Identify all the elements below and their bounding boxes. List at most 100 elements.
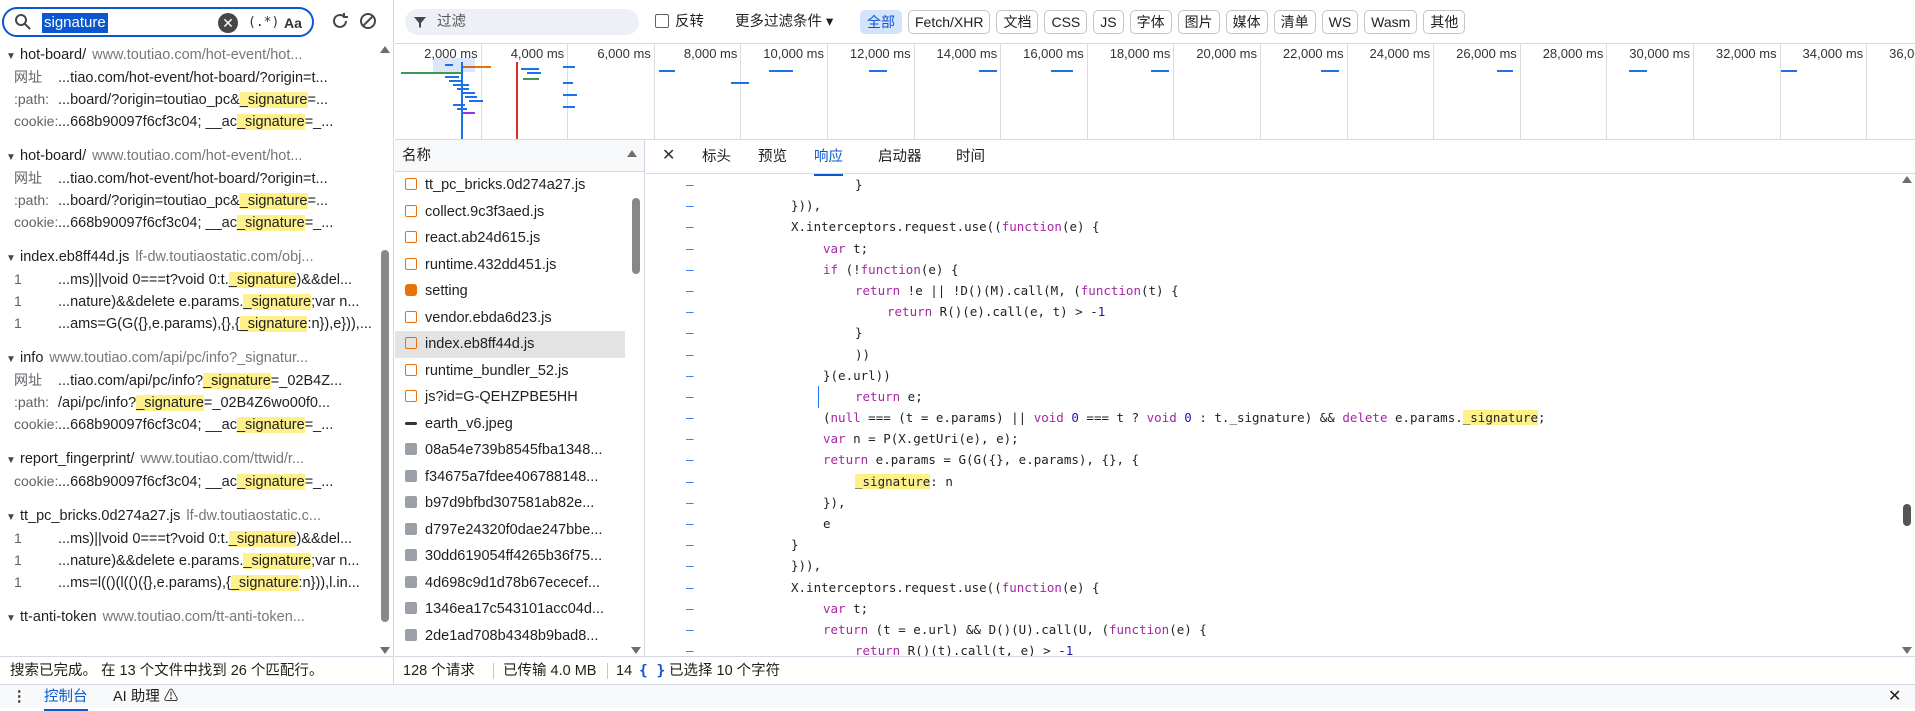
request-row[interactable]: earth_v6.jpeg: [395, 411, 625, 438]
sort-icon[interactable]: [627, 150, 637, 157]
request-row[interactable]: tt_pc_bricks.0d274a27.js: [395, 172, 625, 199]
request-row[interactable]: d797e24320f0dae247bbe...: [395, 517, 625, 544]
result-match-line[interactable]: 网址 ...tiao.com/hot-event/hot-board/?origi…: [0, 167, 380, 189]
request-row[interactable]: runtime_bundler_52.js: [395, 358, 625, 385]
result-match-line[interactable]: 1 ...ms)||void 0===t?void 0:t._signature)…: [0, 527, 380, 549]
tab-ai-assistant[interactable]: AI 助理 ⚠: [113, 685, 178, 709]
filter-chip[interactable]: 图片: [1177, 10, 1220, 34]
filter-chip[interactable]: JS: [1093, 10, 1124, 34]
result-file-header[interactable]: ▼ hot-board/www.toutiao.com/hot-event/hot…: [0, 145, 380, 167]
scrollbar-thumb[interactable]: [381, 250, 389, 622]
request-row[interactable]: collect.9c3f3aed.js: [395, 199, 625, 226]
expand-triangle-icon[interactable]: ▼: [6, 608, 20, 630]
filter-chip[interactable]: WS: [1321, 10, 1359, 34]
filter-chip[interactable]: 清单: [1273, 10, 1316, 34]
result-match-line[interactable]: cookie:...668b90097f6cf3c04; __ac_signat…: [0, 470, 380, 492]
match-suffix: ;var n...: [311, 294, 360, 310]
scrollbar-thumb[interactable]: [632, 198, 640, 274]
request-row[interactable]: 08a54e739b8545fba1348...: [395, 437, 625, 464]
close-drawer-icon[interactable]: ✕: [1888, 685, 1901, 709]
request-row[interactable]: index.eb8ff44d.js: [395, 331, 625, 358]
filter-input[interactable]: 过滤: [405, 9, 639, 35]
result-match-line[interactable]: 网址 ...tiao.com/api/pc/info?_signature=_02…: [0, 369, 380, 391]
filter-chip[interactable]: CSS: [1044, 10, 1088, 34]
timeline-overview[interactable]: 2,000 ms 4,000 ms 6,000 ms 8,000 ms 10,000 m…: [395, 44, 1915, 140]
expand-triangle-icon[interactable]: ▼: [6, 450, 20, 472]
request-row[interactable]: vendor.ebda6d23.js: [395, 305, 625, 332]
code-token: 0: [1184, 410, 1192, 426]
result-match-line[interactable]: cookie:...668b90097f6cf3c04; __ac_signat…: [0, 413, 380, 435]
refresh-icon[interactable]: [329, 10, 351, 32]
response-code-viewer[interactable]: –} –})), – X.interceptors.request.use((func…: [646, 174, 1915, 656]
result-file-header[interactable]: ▼ info www.toutiao.com/api/pc/info?_signat…: [0, 347, 380, 369]
result-match-line[interactable]: 1 ...ams=G(G({},e.params),{},{_signature:…: [0, 312, 380, 334]
request-row[interactable]: react.ab24d615.js: [395, 225, 625, 252]
tab-1[interactable]: 预览: [758, 140, 787, 174]
request-row[interactable]: 4d698c9d1d78b67ececef...: [395, 570, 625, 597]
tab-console[interactable]: 控制台: [44, 685, 88, 711]
result-match-line[interactable]: 网址 ...tiao.com/hot-event/hot-board/?origi…: [0, 66, 380, 88]
search-input[interactable]: signature: [42, 13, 108, 33]
scroll-up-icon[interactable]: [380, 46, 390, 53]
scroll-down-icon[interactable]: [380, 647, 390, 654]
scroll-down-icon[interactable]: [631, 647, 641, 654]
filter-chip[interactable]: Wasm: [1364, 10, 1418, 34]
overview-selection[interactable]: [433, 58, 475, 72]
request-row[interactable]: 1346ea17c543101acc04d...: [395, 596, 625, 623]
request-row[interactable]: 2de1ad708b4348b9bad8...: [395, 623, 625, 650]
request-list-scrollbar[interactable]: [629, 172, 643, 656]
tab-4[interactable]: 时间: [956, 140, 985, 174]
request-row[interactable]: runtime.432dd451.js: [395, 252, 625, 279]
result-match-line[interactable]: 1 ...nature)&&delete e.params._signature;…: [0, 549, 380, 571]
result-file-header[interactable]: ▼ index.eb8ff44d.js lf-dw.toutiaostatic.co…: [0, 246, 380, 268]
drawer-menu-icon[interactable]: ⋮: [12, 687, 27, 707]
result-match-line[interactable]: :path: ...board/?origin=toutiao_pc&_signa…: [0, 189, 380, 211]
expand-triangle-icon[interactable]: ▼: [6, 349, 20, 371]
request-row[interactable]: f34675a7fdee406788148...: [395, 464, 625, 491]
result-match-line[interactable]: :path: /api/pc/info?_signature=_02B4Z6wo0…: [0, 391, 380, 413]
request-row[interactable]: b97d9bfbd307581ab82e...: [395, 490, 625, 517]
scrollbar-thumb[interactable]: [1903, 504, 1911, 526]
result-match-line[interactable]: 1 ...nature)&&delete e.params._signature;…: [0, 290, 380, 312]
expand-triangle-icon[interactable]: ▼: [6, 248, 20, 270]
name-column-header[interactable]: 名称: [395, 140, 644, 172]
expand-triangle-icon[interactable]: ▼: [6, 507, 20, 529]
request-row[interactable]: setting: [395, 278, 625, 305]
filter-chip[interactable]: 文档: [996, 10, 1039, 34]
tab-3[interactable]: 启动器: [878, 140, 922, 174]
tab-2[interactable]: 响应: [814, 140, 843, 176]
scroll-down-icon[interactable]: [1902, 647, 1912, 654]
filter-chip[interactable]: 全部: [860, 10, 902, 34]
invert-checkbox[interactable]: 反转: [655, 12, 704, 32]
tab-0[interactable]: 标头: [702, 140, 731, 174]
result-match-line[interactable]: 1 ...ms)||void 0===t?void 0:t._signature)…: [0, 268, 380, 290]
search-box[interactable]: signature ✕ (.*) Aa: [2, 7, 314, 37]
clear-search-icon[interactable]: ✕: [218, 13, 238, 33]
result-file-header[interactable]: ▼ tt-anti-token www.toutiao.com/tt-anti-to…: [0, 606, 380, 628]
clear-results-icon[interactable]: [357, 10, 379, 32]
filter-chip[interactable]: 其他: [1423, 10, 1466, 34]
result-match-line[interactable]: cookie:...668b90097f6cf3c04; __ac_signat…: [0, 110, 380, 132]
expand-triangle-icon[interactable]: ▼: [6, 46, 20, 68]
filter-chip[interactable]: Fetch/XHR: [908, 10, 991, 34]
checkbox-icon[interactable]: [655, 14, 669, 28]
scroll-up-icon[interactable]: [1902, 176, 1912, 183]
more-filters-dropdown[interactable]: 更多过滤条件 ▾: [735, 12, 833, 32]
result-file-header[interactable]: ▼ report_fingerprint/www.toutiao.com/ttwi…: [0, 448, 380, 470]
match-case-button[interactable]: Aa: [284, 12, 302, 34]
request-row[interactable]: js?id=G-QEHZPBE5HH: [395, 384, 625, 411]
result-match-line[interactable]: cookie:...668b90097f6cf3c04; __ac_signat…: [0, 211, 380, 233]
code-scrollbar[interactable]: [1900, 174, 1915, 656]
results-scrollbar[interactable]: [378, 44, 392, 656]
expand-triangle-icon[interactable]: ▼: [6, 147, 20, 169]
filter-chip[interactable]: 媒体: [1225, 10, 1268, 34]
result-file-header[interactable]: ▼ tt_pc_bricks.0d274a27.js lf-dw.toutiaost…: [0, 505, 380, 527]
filter-chip[interactable]: 字体: [1129, 10, 1172, 34]
result-match-line[interactable]: :path: ...board/?origin=toutiao_pc&_signa…: [0, 88, 380, 110]
request-row[interactable]: 30dd619054ff4265b36f75...: [395, 543, 625, 570]
close-detail-icon[interactable]: ✕: [662, 148, 675, 164]
regex-toggle-button[interactable]: (.*): [248, 12, 279, 34]
result-file-header[interactable]: ▼ hot-board/www.toutiao.com/hot-event/hot…: [0, 44, 380, 66]
pretty-print-icon[interactable]: { }: [639, 657, 665, 685]
result-match-line[interactable]: 1 ...ms=l(()(l(()({},e.params),{_signatur…: [0, 571, 380, 593]
